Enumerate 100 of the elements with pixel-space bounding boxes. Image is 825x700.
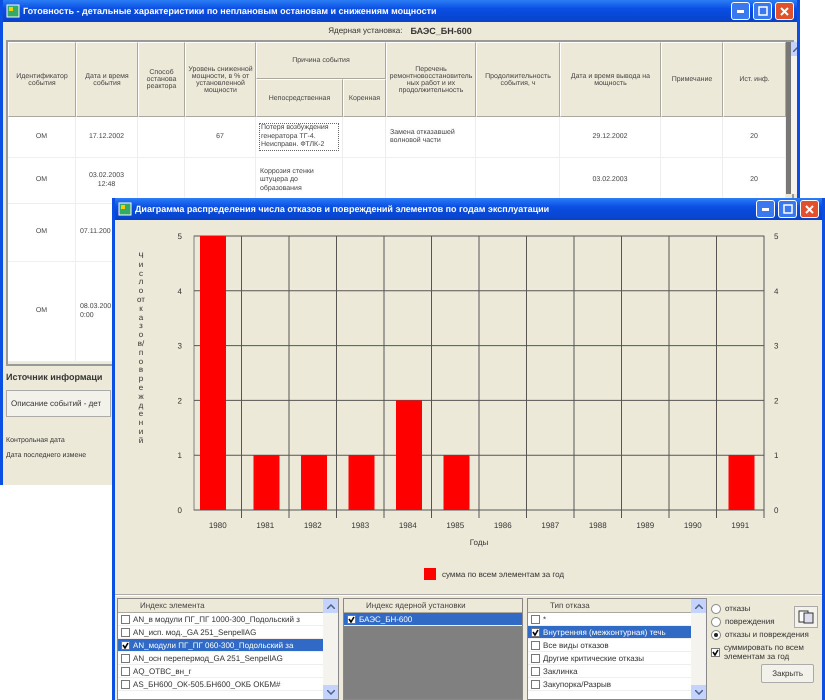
check-icon <box>532 628 539 636</box>
scroll-down-icon <box>694 690 702 694</box>
x-tick-label: 1990 <box>684 521 702 530</box>
close-icon <box>805 204 814 214</box>
y-tick-label: 5 <box>774 232 778 241</box>
checkbox[interactable] <box>531 628 540 636</box>
list-item[interactable]: БАЭС_БН-600 <box>344 613 522 626</box>
checkbox[interactable] <box>531 640 540 650</box>
legend-swatch <box>424 568 436 580</box>
checkbox[interactable] <box>711 648 720 656</box>
maximize-button[interactable] <box>778 200 797 218</box>
y-tick-label: 3 <box>178 342 182 351</box>
y-tick-label: 0 <box>774 506 778 515</box>
app-icon <box>6 4 20 18</box>
list-item[interactable]: AS_БН600_ОК-505.БН600_ОКБ ОКБМ# <box>118 678 323 691</box>
minimize-button[interactable] <box>731 2 750 20</box>
close-dialog-button[interactable]: Закрыть <box>761 664 814 683</box>
scrollbar[interactable] <box>691 599 706 699</box>
checkbox[interactable] <box>347 614 356 624</box>
checkbox[interactable] <box>121 680 130 688</box>
window-title: Готовность - детальные характеристики по неплановым остановам и снижениям мощности <box>23 6 438 16</box>
maximize-icon <box>782 204 792 214</box>
scroll-down-icon <box>326 690 334 694</box>
x-tick-label: 1985 <box>446 521 464 530</box>
y-tick-label: 0 <box>178 506 182 515</box>
copy-icon <box>798 610 814 624</box>
bar <box>301 455 327 510</box>
checkbox[interactable] <box>121 666 130 676</box>
radio-label: отказы <box>725 604 750 613</box>
list-item[interactable]: Внутренняя (межконтурная) течь <box>528 626 691 639</box>
x-tick-label: 1989 <box>636 521 654 530</box>
list-item[interactable]: Все виды отказов <box>528 639 691 652</box>
y-axis-label: Число отказов/повреждений <box>137 252 145 446</box>
x-tick-label: 1987 <box>541 521 560 530</box>
list-item[interactable]: Заклинка <box>528 665 691 678</box>
checkbox[interactable] <box>531 666 540 676</box>
minimize-icon <box>762 208 769 210</box>
checkbox[interactable] <box>121 640 130 650</box>
y-tick-label: 4 <box>774 286 778 296</box>
copy-button[interactable] <box>794 606 818 628</box>
x-tick-label: 1988 <box>588 521 607 530</box>
radio-label: повреждения <box>725 617 775 626</box>
scroll-up-icon <box>694 604 702 608</box>
list-item[interactable]: AQ_ОТВС_вн_г <box>118 665 323 678</box>
x-tick-label: 1980 <box>208 521 227 530</box>
list-item[interactable]: AN_осн перепермод_GA 251_SenpellAG <box>118 652 323 665</box>
y-tick-label: 3 <box>774 342 778 351</box>
window-title: Диаграмма распределения числа отказов и повреждений элементов по годам эксплуатации <box>135 204 550 214</box>
y-tick-label: 1 <box>774 451 778 460</box>
checkbox[interactable] <box>531 654 540 662</box>
plant-value: БАЭС_БН-600 <box>410 26 472 36</box>
close-icon <box>780 6 789 16</box>
y-tick-label: 2 <box>178 396 182 406</box>
description-button[interactable]: Описание событий - дет <box>6 390 111 417</box>
x-tick-label: 1982 <box>304 521 322 530</box>
close-button[interactable] <box>800 200 819 218</box>
bar <box>728 455 754 510</box>
x-tick-label: 1984 <box>398 521 417 530</box>
radio-button[interactable] <box>711 604 721 614</box>
x-tick-label: 1986 <box>494 521 512 530</box>
list-header: Тип отказа <box>528 599 691 613</box>
y-tick-label: 5 <box>178 232 182 241</box>
maximize-button[interactable] <box>753 2 772 20</box>
list-item[interactable]: Другие критические отказы <box>528 652 691 665</box>
x-axis-label: Годы <box>470 538 488 547</box>
x-tick-label: 1981 <box>256 521 274 530</box>
maximize-icon <box>758 6 768 16</box>
radio-button[interactable] <box>711 617 721 627</box>
app-icon <box>118 202 132 216</box>
checkbox[interactable] <box>531 614 540 624</box>
check-icon <box>122 642 129 648</box>
close-button[interactable] <box>775 2 794 20</box>
minimize-icon <box>737 10 744 12</box>
radio-button[interactable] <box>711 630 721 640</box>
radio-label: отказы и повреждения <box>725 630 809 639</box>
scrollbar[interactable] <box>323 599 338 699</box>
x-tick-label: 1991 <box>731 521 750 530</box>
y-tick-label: 4 <box>178 286 182 296</box>
checkbox[interactable] <box>121 614 130 624</box>
checkbox-label: суммировать по всем элементам за год <box>724 643 805 661</box>
section-heading: Источник информаци <box>6 372 102 382</box>
list-item[interactable]: * <box>528 613 691 626</box>
list-header: Индекс элемента <box>118 599 323 613</box>
list-item[interactable]: AN_в модули ПГ_ПГ 1000-300_Подольский з <box>118 613 323 626</box>
list-header: Индекс ядерной установки <box>344 599 522 613</box>
bar <box>254 455 280 510</box>
checkbox[interactable] <box>531 680 540 688</box>
minimize-button[interactable] <box>756 200 775 218</box>
checkbox[interactable] <box>121 654 130 662</box>
y-tick-label: 1 <box>178 451 182 460</box>
plant-label: Ядерная установка: <box>328 26 402 35</box>
legend-label: сумма по всем элементам за год <box>442 570 564 579</box>
list-item[interactable]: Закупорка/Разрыв <box>528 678 691 691</box>
bar <box>348 455 374 510</box>
check-icon <box>348 616 355 622</box>
scroll-up-icon <box>326 604 334 608</box>
list-item[interactable]: AN_модули ПГ_ПГ 060-300_Подольский за <box>118 639 323 652</box>
x-tick-label: 1983 <box>351 521 370 530</box>
checkbox[interactable] <box>121 628 130 636</box>
list-item[interactable]: AN_исп. мод._GA 251_SenpellAG <box>118 626 323 639</box>
